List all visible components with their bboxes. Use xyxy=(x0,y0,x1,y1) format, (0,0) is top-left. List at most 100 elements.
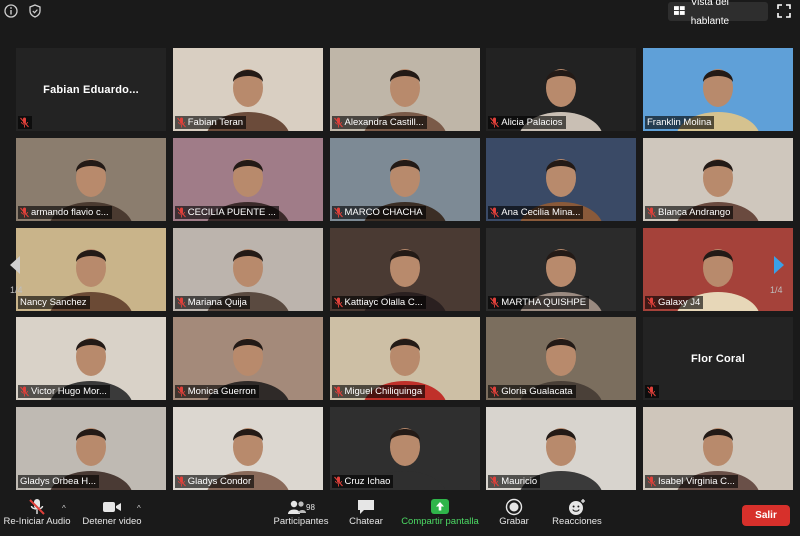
muted-mic-icon xyxy=(176,207,186,218)
video-options-caret-icon[interactable]: ^ xyxy=(137,504,141,513)
next-page-arrow-icon[interactable] xyxy=(770,254,788,276)
video-button-label: Detener video xyxy=(82,516,142,527)
muted-mic-icon xyxy=(29,499,45,515)
record-icon xyxy=(505,498,523,516)
participant-label: Kattiayc Olalla C... xyxy=(331,295,426,309)
participant-name: Miguel Chiliquinga xyxy=(344,386,423,398)
participant-name: Cruz Ichao xyxy=(344,476,391,487)
participant-label: Ana Cecilia Mina... xyxy=(488,205,584,219)
participant-tile[interactable]: Mauricio xyxy=(486,407,637,490)
participant-tile[interactable]: Fabian Eduardo... xyxy=(16,48,166,131)
chat-bubble-icon xyxy=(358,500,374,514)
participant-name: Gladys Condor xyxy=(187,476,252,487)
participant-label: Galaxy J4 xyxy=(645,295,704,309)
participant-tile[interactable]: Fabian Teran xyxy=(172,48,323,131)
muted-mic-icon xyxy=(20,117,29,128)
participant-tile[interactable]: Nancy Sanchez xyxy=(16,227,166,311)
participant-name: CECILIA PUENTE ... xyxy=(187,206,276,218)
share-screen-button[interactable]: Compartir pantalla xyxy=(400,498,480,527)
participant-label: Monica Guerron xyxy=(174,385,259,399)
participant-label: Nancy Sanchez xyxy=(18,295,90,309)
page-indicator-left: 1/4 xyxy=(10,285,23,295)
participants-button-label: Participantes xyxy=(273,516,329,527)
share-screen-label: Compartir pantalla xyxy=(401,516,479,527)
chat-button[interactable]: Chatear xyxy=(346,498,386,527)
participant-tile[interactable]: Cruz Ichao xyxy=(329,407,480,490)
participant-label: Cruz Ichao xyxy=(331,475,394,488)
participant-name: Alexandra Castill... xyxy=(344,117,424,128)
participant-name-placeholder: Fabian Eduardo... xyxy=(43,83,139,96)
participant-name: Kattiayc Olalla C... xyxy=(344,296,423,308)
participant-tile[interactable]: Flor Coral xyxy=(643,317,793,401)
participant-tile[interactable]: armando flavio c... xyxy=(16,137,166,221)
participant-name: Ana Cecilia Mina... xyxy=(501,206,581,218)
participant-label: Gladys Condor xyxy=(174,475,255,488)
security-shield-icon[interactable] xyxy=(28,4,42,18)
audio-options-caret-icon[interactable]: ^ xyxy=(62,504,66,513)
participant-tile[interactable]: MARTHA QUISHPE xyxy=(486,227,637,311)
reactions-button[interactable]: Reacciones xyxy=(550,498,604,527)
chat-button-label: Chatear xyxy=(349,516,383,527)
participant-tile[interactable]: Ana Cecilia Mina... xyxy=(486,137,637,221)
participant-label xyxy=(18,116,32,129)
video-camera-icon xyxy=(103,502,121,512)
video-button[interactable]: Detener video xyxy=(82,498,142,527)
participant-tile[interactable]: Blanca Andrango xyxy=(643,137,793,221)
muted-mic-icon xyxy=(333,117,343,128)
participant-tile[interactable]: Isabel Virginia C... xyxy=(643,407,793,490)
participant-tile[interactable]: Kattiayc Olalla C... xyxy=(329,227,480,311)
muted-mic-icon xyxy=(490,386,500,397)
meeting-toolbar: Re-Iniciar Audio ^ Detener video ^ 98 Pa… xyxy=(0,494,800,536)
participants-button[interactable]: 98 Participantes xyxy=(272,498,330,527)
smiley-plus-icon xyxy=(569,499,585,515)
participant-tile[interactable]: Monica Guerron xyxy=(172,317,323,401)
muted-mic-icon xyxy=(333,476,343,487)
participant-label: Isabel Virginia C... xyxy=(645,475,738,488)
muted-mic-icon xyxy=(176,117,186,128)
muted-mic-icon xyxy=(647,297,656,307)
page-indicator-right: 1/4 xyxy=(770,285,783,295)
info-icon[interactable] xyxy=(4,4,18,18)
participant-tile[interactable]: Mariana Quija xyxy=(172,227,323,311)
participant-name: Galaxy J4 xyxy=(658,296,701,308)
muted-mic-icon xyxy=(176,297,186,307)
participant-tile[interactable]: Gloria Gualacata xyxy=(486,317,637,401)
participant-tile[interactable]: Gladys Condor xyxy=(172,407,323,490)
participant-tile[interactable]: Miguel Chiliquinga xyxy=(329,317,480,401)
participant-name: MARTHA QUISHPE xyxy=(501,296,587,308)
participant-tile[interactable]: Alicia Palacios xyxy=(486,48,637,131)
muted-mic-icon xyxy=(647,476,656,487)
speaker-view-button[interactable]: Vista del hablante xyxy=(668,0,768,27)
muted-mic-icon xyxy=(647,207,656,218)
record-button-label: Grabar xyxy=(499,516,529,527)
participant-label: Alicia Palacios xyxy=(488,116,566,129)
participants-icon xyxy=(288,500,307,514)
previous-page-arrow-icon[interactable] xyxy=(6,254,24,276)
participant-tile[interactable]: CECILIA PUENTE ... xyxy=(172,137,323,221)
participant-label: Mariana Quija xyxy=(174,295,250,309)
fullscreen-icon[interactable] xyxy=(777,4,791,18)
participant-label: MARTHA QUISHPE xyxy=(488,295,590,309)
participant-label: Blanca Andrango xyxy=(645,205,734,219)
participant-tile[interactable]: Victor Hugo Mor... xyxy=(16,317,166,401)
participant-name: armando flavio c... xyxy=(31,206,109,218)
participant-label: Victor Hugo Mor... xyxy=(18,385,110,399)
record-button[interactable]: Grabar xyxy=(496,498,532,527)
participant-label: MARCO CHACHA xyxy=(331,205,426,219)
muted-mic-icon xyxy=(176,386,186,397)
participant-tile[interactable]: Franklin Molina xyxy=(643,48,793,131)
participant-label: Gladys Orbea H... xyxy=(18,475,100,488)
participant-name: Isabel Virginia C... xyxy=(658,476,735,487)
participant-label: Miguel Chiliquinga xyxy=(331,385,426,399)
leave-meeting-button[interactable]: Salir xyxy=(742,505,790,526)
muted-mic-icon xyxy=(647,386,656,397)
share-screen-icon xyxy=(431,499,449,514)
participant-name: Franklin Molina xyxy=(647,117,712,128)
participant-tile[interactable]: Gladys Orbea H... xyxy=(16,407,166,490)
participant-name: Gloria Gualacata xyxy=(501,386,573,398)
muted-mic-icon xyxy=(333,297,343,307)
participant-tile[interactable]: Alexandra Castill... xyxy=(329,48,480,131)
participant-tile[interactable]: MARCO CHACHA xyxy=(329,137,480,221)
muted-mic-icon xyxy=(490,117,500,128)
muted-mic-icon xyxy=(490,297,500,307)
